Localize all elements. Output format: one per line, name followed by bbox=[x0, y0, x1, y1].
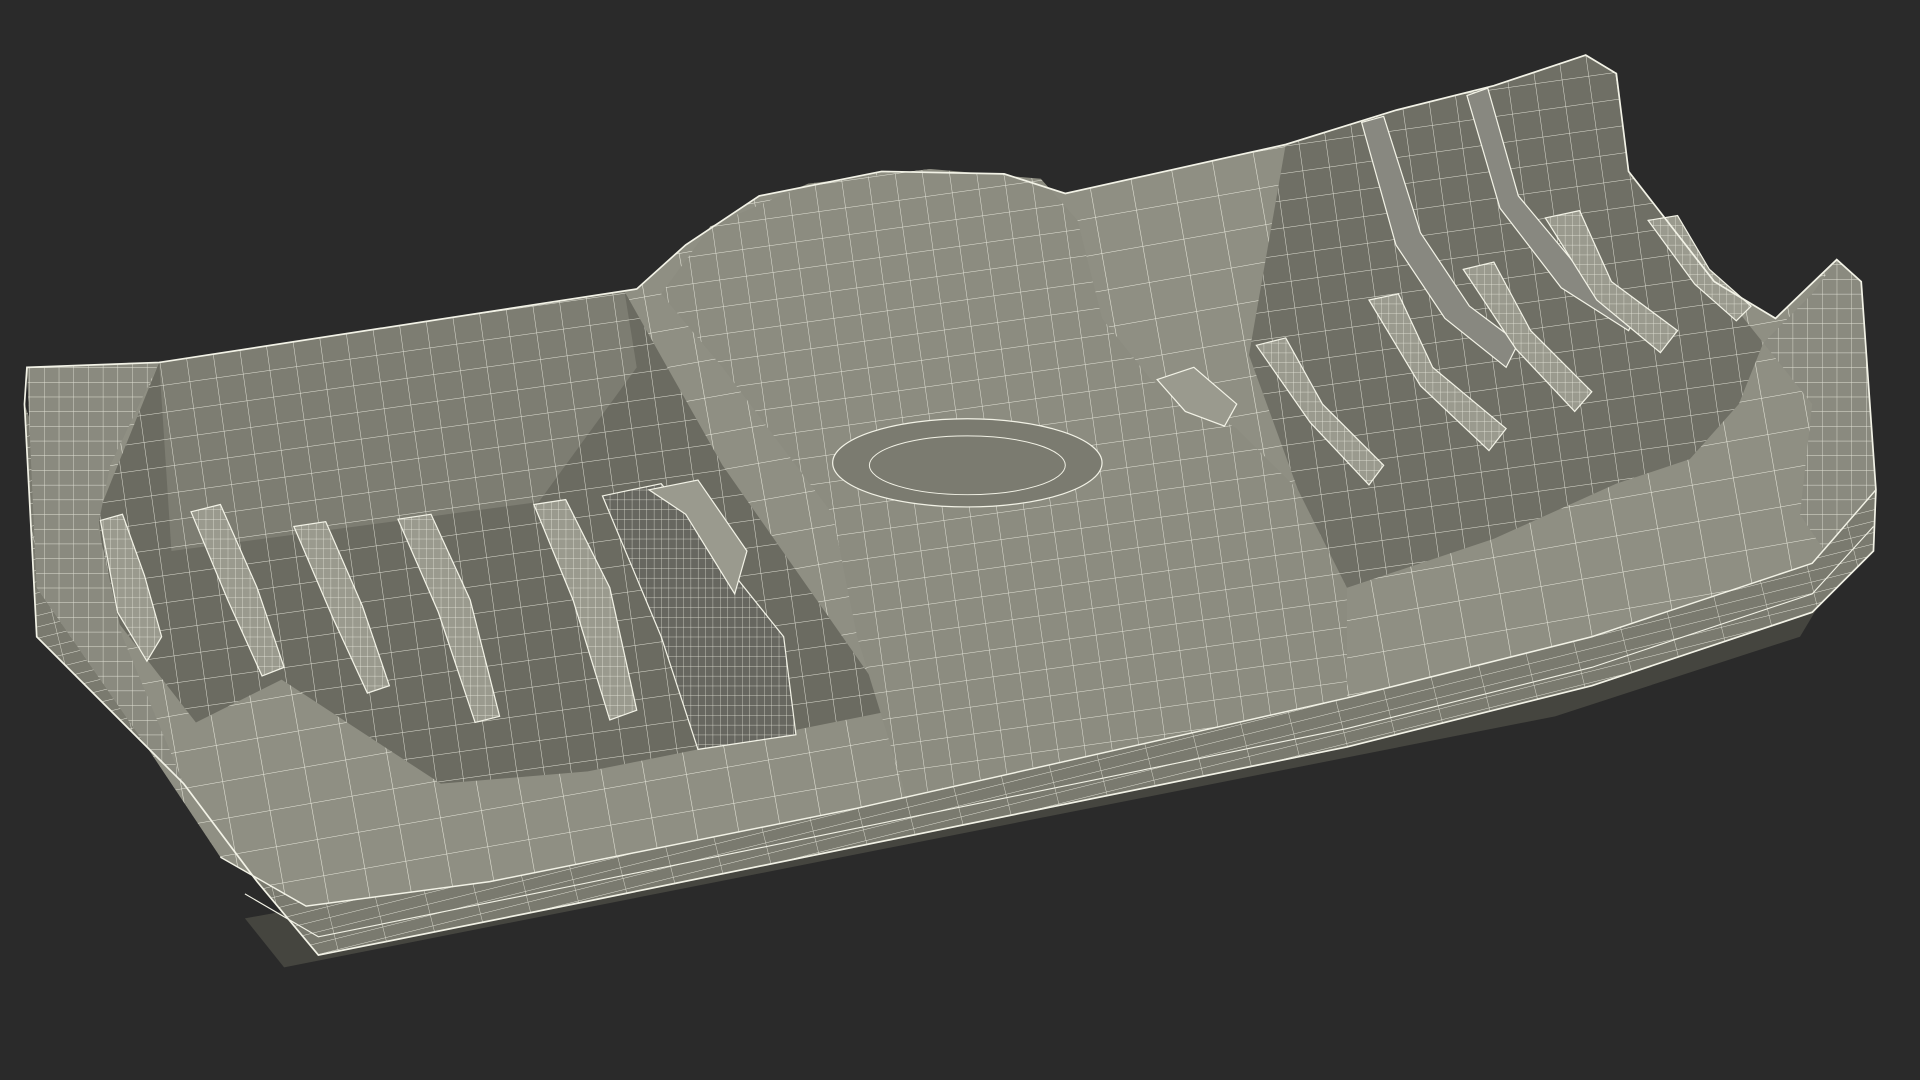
center-hump-depression bbox=[832, 418, 1103, 508]
wireframe-model-render bbox=[0, 0, 1920, 1080]
render-viewport bbox=[0, 0, 1920, 1080]
